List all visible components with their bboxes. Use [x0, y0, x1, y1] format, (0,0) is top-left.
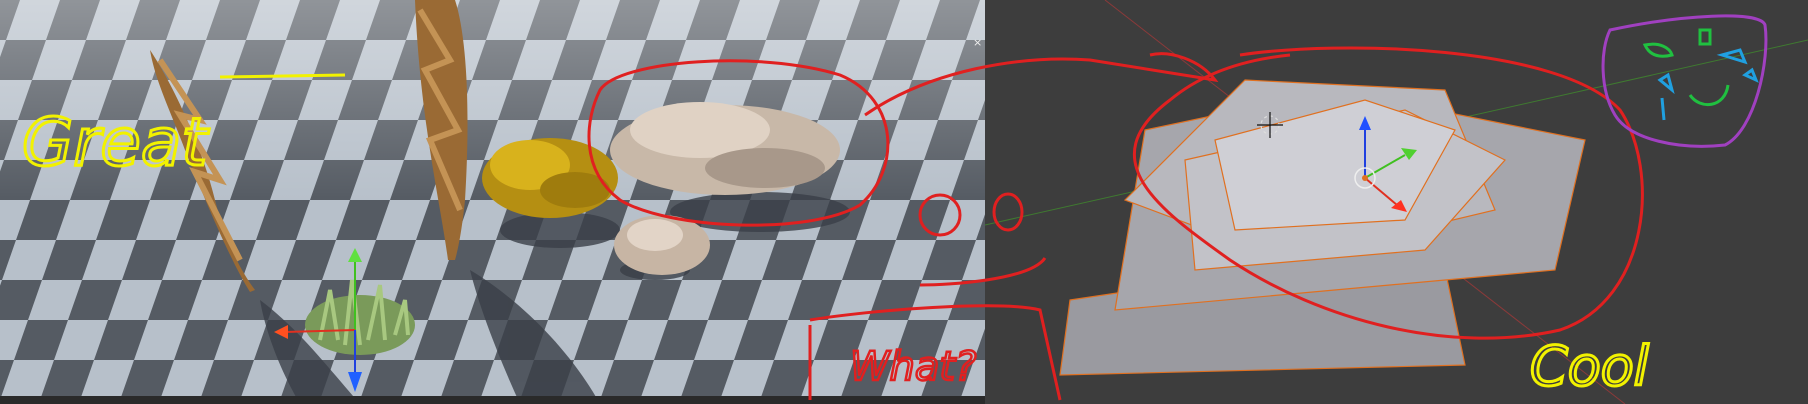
scene-render-left	[0, 0, 985, 404]
right-3d-viewport[interactable]	[985, 0, 1808, 404]
scene-render-right	[985, 0, 1808, 404]
yellow-shrub	[482, 138, 618, 218]
bottom-status-strip	[0, 396, 985, 404]
pale-shrub-small	[614, 215, 710, 275]
left-game-viewport[interactable]: ×	[0, 0, 985, 404]
close-icon[interactable]: ×	[973, 37, 983, 48]
